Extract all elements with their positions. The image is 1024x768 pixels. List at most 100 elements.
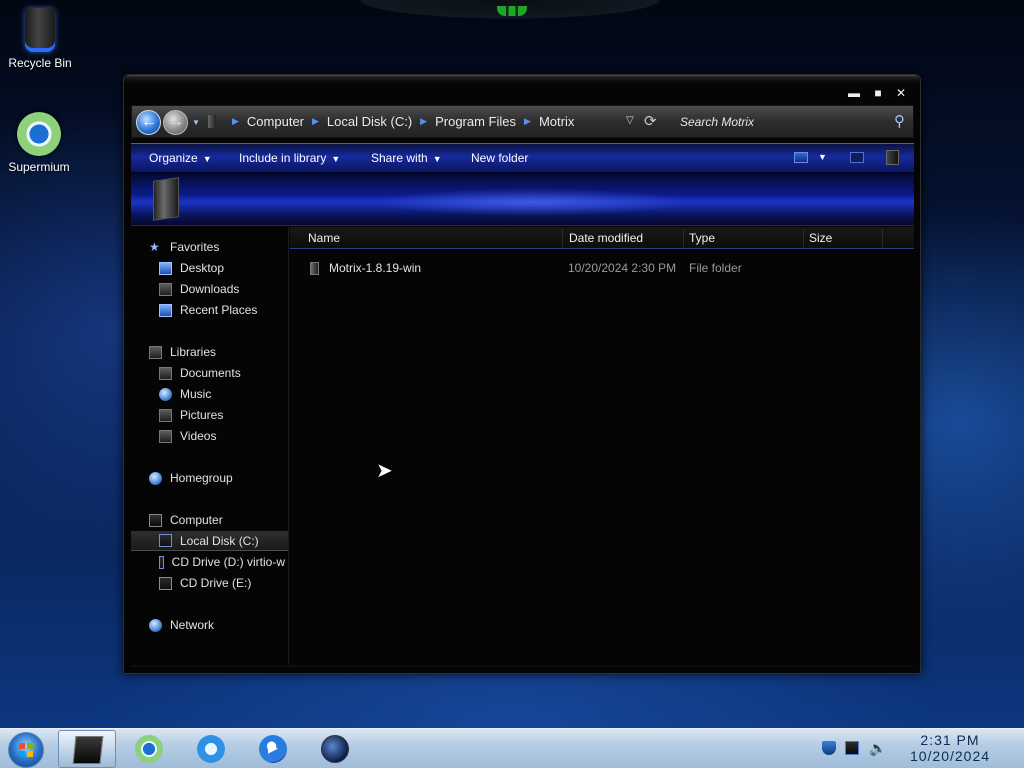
volume-icon[interactable]: 🔈 <box>869 741 886 755</box>
file-name: Motrix-1.8.19-win <box>329 261 422 275</box>
search-input[interactable] <box>674 110 909 134</box>
maximize-button[interactable]: ■ <box>868 86 888 100</box>
column-divider[interactable] <box>803 229 804 247</box>
chevron-down-icon: ▼ <box>432 154 442 164</box>
nav-favorites-label: Favorites <box>170 240 220 254</box>
nav-local-disk-label: Local Disk (C:) <box>180 533 259 548</box>
taskbar: 🔈 2:31 PM 10/20/2024 <box>0 728 1024 768</box>
nav-desktop-label: Desktop <box>180 261 225 275</box>
help-icon[interactable] <box>886 150 899 165</box>
chevron-down-icon[interactable]: ▼ <box>818 152 827 162</box>
recent-places-icon <box>159 303 172 317</box>
breadcrumb-separator-icon[interactable]: ▶ <box>524 116 531 127</box>
network-status-icon[interactable] <box>845 741 859 755</box>
breadcrumb-separator-icon[interactable]: ▶ <box>312 116 319 127</box>
taskbar-supermium[interactable] <box>120 730 178 768</box>
nav-recent-places[interactable]: Recent Places <box>159 300 285 320</box>
nav-computer-label: Computer <box>170 513 223 527</box>
breadcrumb-separator-icon[interactable]: ▶ <box>232 116 239 127</box>
breadcrumb-computer[interactable]: Computer <box>247 114 304 129</box>
breadcrumb-local-disk[interactable]: Local Disk (C:) <box>327 114 412 129</box>
nav-music[interactable]: Music <box>159 384 285 404</box>
desktop-icon-label: Recycle Bin <box>8 56 72 70</box>
title-bar[interactable]: ▬ ■ ✕ <box>124 75 920 105</box>
table-row[interactable]: Motrix-1.8.19-win 10/20/2024 2:30 PM Fil… <box>290 258 914 278</box>
nav-recent-places-label: Recent Places <box>180 303 258 317</box>
nav-downloads[interactable]: Downloads <box>159 279 285 299</box>
cd-drive-icon <box>159 576 172 590</box>
chevron-down-icon: ▼ <box>331 154 341 164</box>
close-button[interactable]: ✕ <box>891 86 911 100</box>
search-icon[interactable]: ⚲ <box>894 112 905 130</box>
nav-network[interactable]: Network <box>149 615 285 635</box>
column-divider[interactable] <box>562 229 563 247</box>
organize-button[interactable]: Organize ▼ <box>149 151 212 165</box>
back-button[interactable] <box>136 110 161 135</box>
breadcrumb-program-files[interactable]: Program Files <box>435 114 516 129</box>
nav-music-label: Music <box>180 387 212 401</box>
new-folder-button[interactable]: New folder <box>471 151 528 165</box>
folder-banner <box>131 174 914 226</box>
desktop-icon-recycle-bin[interactable]: Recycle Bin <box>0 8 80 70</box>
explorer-window: ▬ ■ ✕ ▼ ▶ Computer ▶ Local Disk (C:) ▶ P… <box>123 74 921 674</box>
column-header-date-modified[interactable]: Date modified <box>569 231 643 245</box>
share-with-button[interactable]: Share with ▼ <box>371 151 442 165</box>
nav-documents[interactable]: Documents <box>159 363 285 383</box>
breadcrumb-separator-icon[interactable]: ▶ <box>420 116 427 127</box>
forward-button[interactable] <box>163 110 188 135</box>
desktop-icon-supermium[interactable]: Supermium <box>0 112 79 174</box>
desktop-led-decoration <box>497 6 527 16</box>
downloads-icon <box>159 282 172 296</box>
navigation-pane: ★ Favorites Desktop Downloads Recent Pla… <box>131 227 289 665</box>
nav-libraries[interactable]: Libraries <box>149 342 285 362</box>
nav-pictures[interactable]: Pictures <box>159 405 285 425</box>
breadcrumb-motrix[interactable]: Motrix <box>539 114 574 129</box>
nav-network-label: Network <box>170 618 215 632</box>
nav-cd-drive-d-label: CD Drive (D:) virtio-w <box>171 555 285 569</box>
nav-cd-drive-d[interactable]: CD Drive (D:) virtio-w <box>159 552 285 572</box>
change-view-icon[interactable] <box>794 152 808 163</box>
folder-location-icon <box>208 115 216 128</box>
globe-browser-icon <box>321 735 349 763</box>
nav-downloads-label: Downloads <box>180 282 240 296</box>
search-box[interactable] <box>674 110 909 134</box>
nav-homegroup[interactable]: Homegroup <box>149 468 285 488</box>
chevron-down-icon: ▼ <box>202 154 212 164</box>
videos-icon <box>159 429 172 443</box>
nav-homegroup-label: Homegroup <box>170 471 233 485</box>
recent-pages-dropdown-icon[interactable]: ▼ <box>192 118 200 127</box>
column-header-size[interactable]: Size <box>809 231 832 245</box>
nav-computer[interactable]: Computer <box>149 510 285 530</box>
nav-cd-drive-e[interactable]: CD Drive (E:) <box>159 573 285 593</box>
preview-pane-icon[interactable] <box>850 152 864 163</box>
minimize-button[interactable]: ▬ <box>844 86 864 100</box>
refresh-icon[interactable]: ⟳ <box>644 112 657 130</box>
address-dropdown-icon[interactable]: ▽ <box>626 115 634 126</box>
taskbar-internet-explorer[interactable] <box>182 730 240 768</box>
column-header-row: Name Date modified Type Size <box>290 227 914 249</box>
folder-icon <box>153 177 179 221</box>
taskbar-windows-explorer[interactable] <box>58 730 116 768</box>
documents-icon <box>159 366 172 380</box>
status-bar <box>131 665 914 667</box>
action-center-shield-icon[interactable] <box>822 741 836 755</box>
taskbar-media-player[interactable] <box>244 730 302 768</box>
column-divider[interactable] <box>882 229 883 247</box>
nav-desktop[interactable]: Desktop <box>159 258 285 278</box>
command-bar: Organize ▼ Include in library ▼ Share with… <box>131 143 914 173</box>
recycle-bin-icon <box>25 8 55 52</box>
nav-cd-drive-e-label: CD Drive (E:) <box>180 576 252 590</box>
system-clock[interactable]: 2:31 PM 10/20/2024 <box>890 732 1010 764</box>
column-header-type[interactable]: Type <box>689 231 715 245</box>
nav-favorites[interactable]: ★ Favorites <box>149 237 285 257</box>
include-in-library-button[interactable]: Include in library ▼ <box>239 151 340 165</box>
share-with-label: Share with <box>371 151 428 165</box>
taskbar-globe-browser[interactable] <box>306 730 364 768</box>
column-header-name[interactable]: Name <box>308 231 340 245</box>
clock-date: 10/20/2024 <box>909 748 991 764</box>
supermium-browser-icon <box>135 735 163 763</box>
start-button[interactable] <box>8 732 44 768</box>
nav-local-disk[interactable]: Local Disk (C:) <box>131 531 288 551</box>
nav-videos[interactable]: Videos <box>159 426 285 446</box>
column-divider[interactable] <box>683 229 684 247</box>
